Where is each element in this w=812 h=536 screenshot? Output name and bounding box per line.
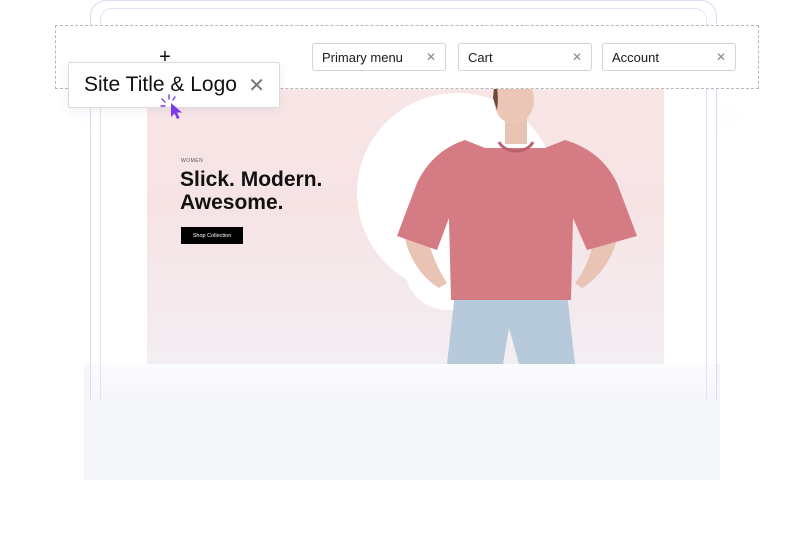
jeans-shape (447, 293, 575, 364)
shop-collection-button[interactable]: Shop Collection (181, 227, 243, 244)
cart-chip[interactable]: Cart ✕ (458, 43, 592, 71)
hero-eyebrow: WOMEN (181, 158, 204, 164)
chip-label: Primary menu (322, 49, 403, 65)
chip-label: Cart (468, 49, 493, 65)
pointer-click-icon (160, 94, 182, 119)
close-icon[interactable]: ✕ (248, 73, 265, 98)
hero-model-image (357, 88, 637, 364)
close-icon[interactable]: ✕ (716, 50, 726, 64)
account-chip[interactable]: Account ✕ (602, 43, 736, 71)
hero-headline: Slick. Modern. Awesome. (180, 168, 323, 214)
close-icon[interactable]: ✕ (426, 50, 436, 64)
hero-banner: WOMEN Slick. Modern. Awesome. Shop Colle… (147, 88, 664, 364)
primary-menu-chip[interactable]: Primary menu ✕ (312, 43, 446, 71)
chip-label: Account (612, 49, 659, 65)
close-icon[interactable]: ✕ (572, 50, 582, 64)
